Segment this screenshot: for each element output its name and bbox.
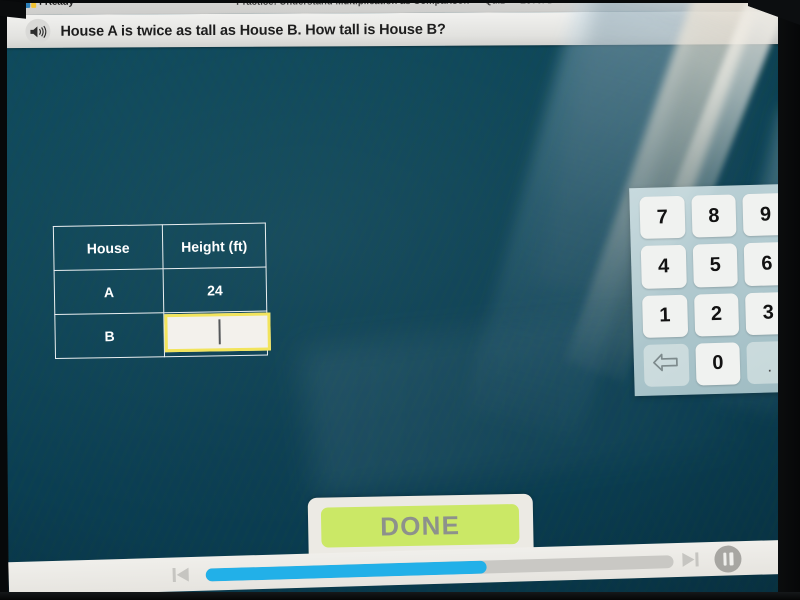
- table-header-height: Height (ft): [162, 223, 267, 269]
- text-caret: [218, 319, 221, 345]
- key-3[interactable]: 3: [745, 291, 792, 335]
- backspace-arrow-icon: [651, 351, 682, 380]
- cell-house-a: A: [54, 268, 164, 315]
- key-2[interactable]: 2: [693, 292, 740, 337]
- cell-height-b[interactable]: [163, 311, 271, 357]
- lesson-title: Practice: Understand Multiplication as C…: [236, 0, 555, 8]
- key-decimal[interactable]: .: [746, 340, 793, 385]
- key-0[interactable]: 0: [695, 342, 741, 386]
- skip-forward-icon[interactable]: [680, 550, 700, 574]
- tablet-screen: i-Ready Practice: Understand Multiplicat…: [3, 0, 800, 600]
- table-header-house: House: [53, 224, 164, 271]
- numeric-keypad[interactable]: 7 8 9 4 5 6 1 2 3 0 .: [629, 183, 800, 397]
- question-text: House A is twice as tall as House B. How…: [60, 21, 446, 40]
- key-6[interactable]: 6: [744, 242, 790, 286]
- pause-button[interactable]: [714, 545, 742, 573]
- key-9[interactable]: 9: [742, 192, 789, 237]
- close-icon[interactable]: ×: [745, 0, 759, 8]
- key-1[interactable]: 1: [642, 294, 688, 338]
- table-header-row: House Height (ft): [53, 223, 267, 271]
- key-5[interactable]: 5: [692, 243, 739, 288]
- cell-house-b: B: [54, 312, 165, 359]
- skip-back-icon[interactable]: [171, 566, 191, 589]
- key-4[interactable]: 4: [640, 245, 687, 289]
- tablet-photo: i-Ready Practice: Understand Multiplicat…: [0, 0, 800, 600]
- done-button[interactable]: DONE: [320, 503, 520, 548]
- progress-fill: [205, 560, 487, 582]
- height-table: House Height (ft) A 24 B: [53, 223, 271, 360]
- speaker-audio-icon[interactable]: [25, 18, 51, 44]
- key-7[interactable]: 7: [639, 195, 686, 240]
- question-bar: House A is twice as tall as House B. How…: [3, 10, 788, 49]
- key-8[interactable]: 8: [691, 194, 737, 238]
- table-row: B: [54, 311, 271, 359]
- table-row: A 24: [54, 267, 267, 315]
- key-backspace[interactable]: [643, 343, 690, 387]
- cell-height-a: 24: [163, 267, 267, 313]
- progress-track[interactable]: [205, 555, 674, 582]
